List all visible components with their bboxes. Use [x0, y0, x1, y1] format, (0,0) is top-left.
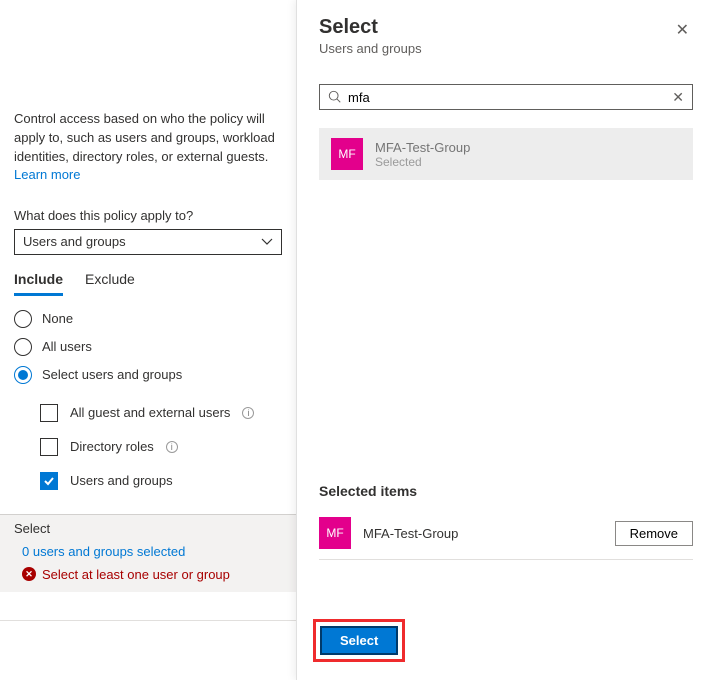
- select-panel: Select Users and groups ✕ ✕ MF MFA-Test-…: [296, 0, 713, 680]
- selected-item-row: MF MFA-Test-Group Remove: [319, 507, 693, 560]
- error-icon: [22, 567, 36, 581]
- radio-all-users[interactable]: All users: [14, 338, 282, 356]
- policy-apply-question: What does this policy apply to?: [14, 208, 282, 223]
- checkbox-guest-users[interactable]: All guest and external users i: [40, 404, 282, 422]
- selected-items-header: Selected items: [319, 483, 693, 499]
- checkbox-group: All guest and external users i Directory…: [14, 404, 282, 490]
- tab-include[interactable]: Include: [14, 271, 63, 296]
- select-section-header: Select: [14, 521, 282, 536]
- info-icon[interactable]: i: [242, 407, 254, 419]
- search-icon: [328, 90, 342, 104]
- tab-exclude[interactable]: Exclude: [85, 271, 135, 296]
- dropdown-value: Users and groups: [23, 234, 126, 249]
- search-result-item[interactable]: MF MFA-Test-Group Selected: [319, 128, 693, 180]
- avatar: MF: [331, 138, 363, 170]
- error-text: Select at least one user or group: [42, 567, 230, 582]
- include-exclude-tabs: Include Exclude: [14, 271, 282, 296]
- clear-icon[interactable]: ✕: [672, 89, 684, 106]
- checkbox-directory-roles[interactable]: Directory roles i: [40, 438, 282, 456]
- checkbox-label: Directory roles: [70, 439, 154, 454]
- result-name: MFA-Test-Group: [375, 140, 470, 155]
- remove-button[interactable]: Remove: [615, 521, 693, 546]
- radio-icon: [14, 366, 32, 384]
- radio-label: None: [42, 311, 73, 326]
- panel-title: Select: [319, 16, 422, 39]
- search-input[interactable]: [348, 90, 666, 105]
- error-row: Select at least one user or group: [14, 567, 282, 582]
- checkbox-icon: [40, 438, 58, 456]
- intro-text: Control access based on who the policy w…: [14, 110, 282, 167]
- learn-more-link[interactable]: Learn more: [14, 167, 80, 182]
- left-panel: Control access based on who the policy w…: [0, 0, 296, 680]
- checkbox-users-groups[interactable]: Users and groups: [40, 472, 282, 490]
- close-icon[interactable]: ✕: [672, 16, 693, 44]
- radio-label: All users: [42, 339, 92, 354]
- radio-none[interactable]: None: [14, 310, 282, 328]
- avatar: MF: [319, 517, 351, 549]
- radio-icon: [14, 338, 32, 356]
- radio-select-users-groups[interactable]: Select users and groups: [14, 366, 282, 384]
- selected-item-name: MFA-Test-Group: [363, 526, 603, 541]
- radio-group: None All users Select users and groups: [14, 310, 282, 384]
- checkbox-icon: [40, 472, 58, 490]
- checkbox-label: All guest and external users: [70, 405, 230, 420]
- search-box[interactable]: ✕: [319, 84, 693, 110]
- select-button-highlight: Select: [313, 619, 405, 662]
- select-button[interactable]: Select: [320, 626, 398, 655]
- panel-subtitle: Users and groups: [319, 41, 422, 56]
- checkbox-icon: [40, 404, 58, 422]
- selected-count-link[interactable]: 0 users and groups selected: [14, 544, 282, 559]
- select-section: Select 0 users and groups selected Selec…: [0, 514, 296, 592]
- info-icon[interactable]: i: [166, 441, 178, 453]
- result-status: Selected: [375, 155, 470, 169]
- radio-icon: [14, 310, 32, 328]
- policy-apply-dropdown[interactable]: Users and groups: [14, 229, 282, 255]
- checkbox-label: Users and groups: [70, 473, 173, 488]
- chevron-down-icon: [261, 236, 273, 248]
- radio-label: Select users and groups: [42, 367, 182, 382]
